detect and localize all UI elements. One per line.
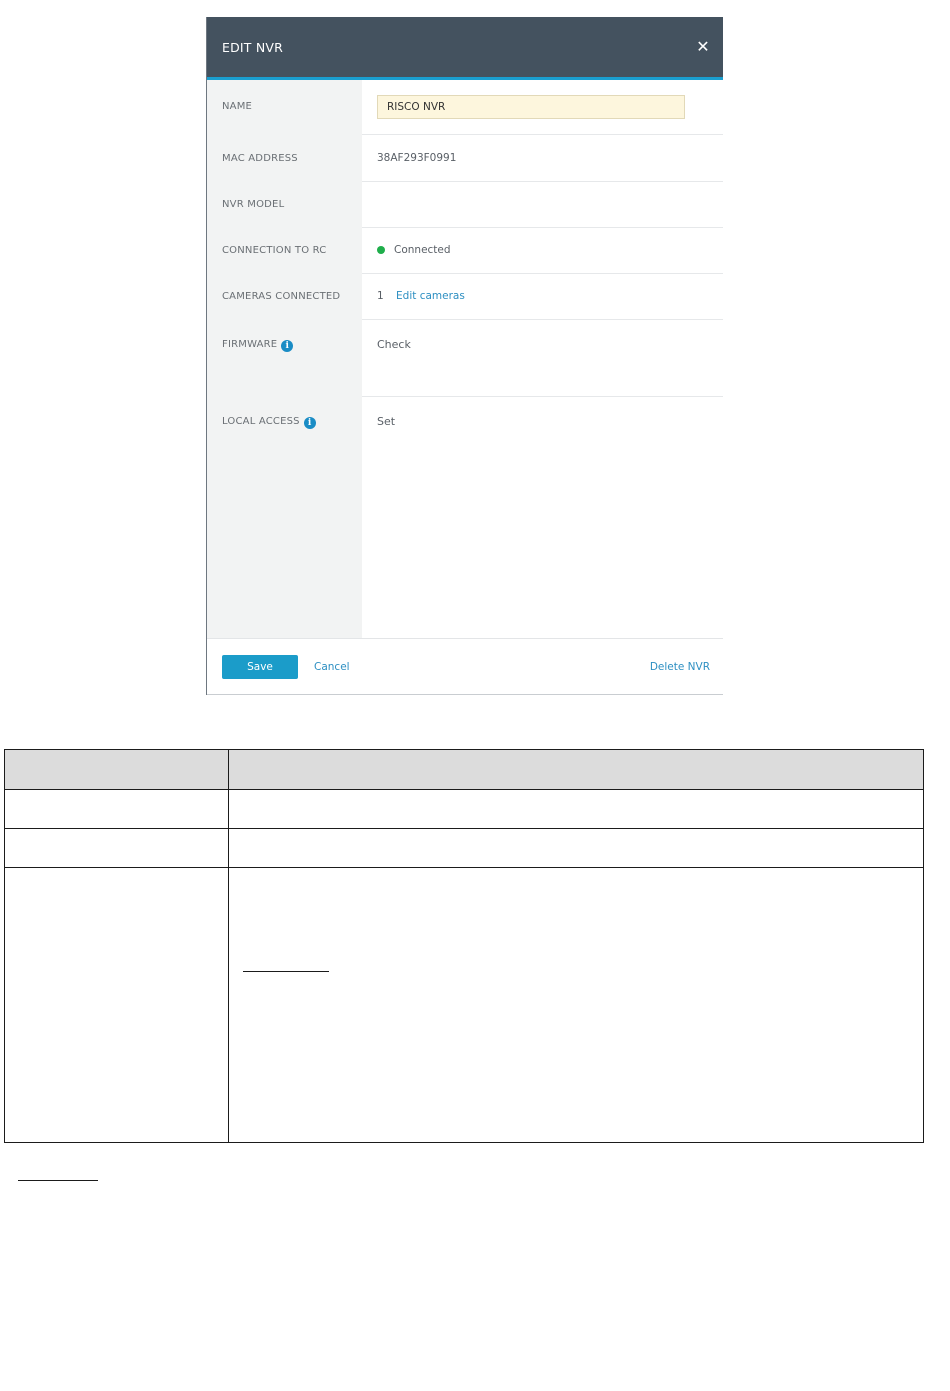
- name-input[interactable]: [377, 95, 685, 119]
- mac-address-label: MAC ADDRESS: [222, 153, 298, 164]
- mac-address-value: 38AF293F0991: [377, 152, 457, 164]
- connection-status-text: Connected: [394, 244, 451, 256]
- cameras-connected-value: 1 Edit cameras: [377, 290, 465, 302]
- firmware-label: FIRMWARE i: [222, 339, 294, 352]
- dialog-title: EDIT NVR: [222, 40, 284, 55]
- delete-nvr-button[interactable]: Delete NVR: [650, 661, 710, 673]
- cancel-button[interactable]: Cancel: [314, 661, 350, 673]
- table-row-divider: [5, 867, 923, 868]
- firmware-check-link[interactable]: Check: [377, 338, 411, 351]
- info-icon[interactable]: i: [281, 340, 294, 352]
- row-name: NAME: [207, 80, 723, 135]
- dialog-footer: Save Cancel Delete NVR: [207, 638, 723, 695]
- underline-rule: [18, 1180, 98, 1181]
- connection-label: CONNECTION TO RC: [222, 245, 327, 256]
- connection-status: Connected: [377, 244, 451, 256]
- underline-rule: [243, 971, 329, 972]
- row-local-access: LOCAL ACCESS i Set: [207, 397, 723, 638]
- name-label: NAME: [222, 101, 253, 112]
- dialog-header: EDIT NVR ✕: [207, 17, 723, 80]
- firmware-label-text: FIRMWARE: [222, 339, 278, 350]
- row-firmware: FIRMWARE i Check: [207, 320, 723, 397]
- dialog-body: NAME MAC ADDRESS 38AF293F0991 NVR MODEL …: [207, 80, 723, 638]
- local-access-set-link[interactable]: Set: [377, 415, 395, 428]
- table-row-divider: [5, 789, 923, 790]
- local-access-label: LOCAL ACCESS i: [222, 416, 316, 429]
- document-table: [4, 749, 924, 1143]
- cameras-connected-label: CAMERAS CONNECTED: [222, 291, 341, 302]
- info-icon[interactable]: i: [303, 417, 316, 429]
- camera-count: 1: [377, 290, 384, 302]
- edit-cameras-link[interactable]: Edit cameras: [396, 290, 465, 302]
- table-column-divider: [228, 750, 229, 1142]
- local-access-label-text: LOCAL ACCESS: [222, 416, 300, 427]
- save-button[interactable]: Save: [222, 655, 298, 679]
- table-header-row: [5, 750, 923, 789]
- edit-nvr-dialog: EDIT NVR ✕ NAME MAC ADDRESS 38AF293F0991…: [206, 17, 723, 695]
- table-row-divider: [5, 828, 923, 829]
- row-cameras-connected: CAMERAS CONNECTED 1 Edit cameras: [207, 274, 723, 320]
- row-mac-address: MAC ADDRESS 38AF293F0991: [207, 135, 723, 182]
- status-dot-icon: [377, 246, 385, 254]
- nvr-model-label: NVR MODEL: [222, 199, 285, 210]
- row-nvr-model: NVR MODEL: [207, 182, 723, 228]
- close-icon[interactable]: ✕: [693, 37, 713, 57]
- row-connection: CONNECTION TO RC Connected: [207, 228, 723, 274]
